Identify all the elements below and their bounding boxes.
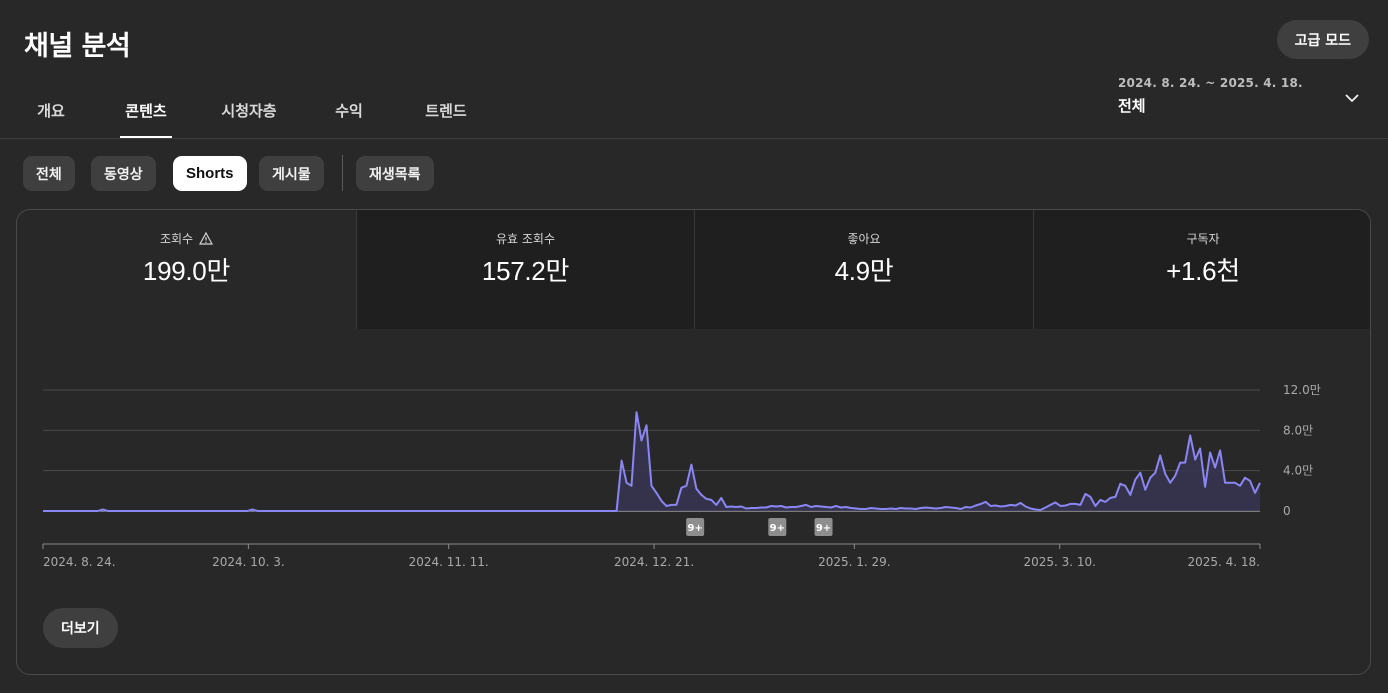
date-range-selected: 전체 xyxy=(1118,97,1146,115)
filter-divider xyxy=(342,155,343,191)
x-tick-label: 2025. 3. 10. xyxy=(1023,555,1096,569)
tab-audience[interactable]: 시청자층 xyxy=(219,92,279,138)
y-tick-label: 12.0만 xyxy=(1283,383,1321,397)
y-tick-label: 4.0만 xyxy=(1283,464,1313,478)
filter-chip-videos[interactable]: 동영상 xyxy=(91,156,156,191)
date-range-picker[interactable]: 2024. 8. 24. ~ 2025. 4. 18. 전체 xyxy=(1118,76,1370,124)
x-tick-label: 2024. 8. 24. xyxy=(43,555,116,569)
tabs-divider xyxy=(0,138,1388,139)
tab-revenue[interactable]: 수익 xyxy=(334,92,364,138)
views-chart: 12.0만 8.0만 4.0만 0 9+ 9+ 9+ 2024. 8. 24. 2024. 10… xyxy=(42,383,1321,569)
more-button[interactable]: 더보기 xyxy=(43,608,118,648)
views-area xyxy=(43,412,1260,511)
chart-annotation-badge[interactable]: 9+ xyxy=(768,518,787,536)
tab-trends[interactable]: 트렌드 xyxy=(423,92,469,138)
svg-text:9+: 9+ xyxy=(770,523,785,534)
svg-text:9+: 9+ xyxy=(687,523,702,534)
advanced-mode-button[interactable]: 고급 모드 xyxy=(1276,20,1369,59)
x-tick-label: 2024. 12. 21. xyxy=(614,555,694,569)
date-range-text: 2024. 8. 24. ~ 2025. 4. 18. xyxy=(1118,76,1303,90)
y-tick-label: 0 xyxy=(1283,504,1291,518)
filter-chip-posts[interactable]: 게시물 xyxy=(259,156,324,191)
chevron-down-icon xyxy=(1345,94,1359,103)
x-tick-label: 2024. 10. 3. xyxy=(212,555,285,569)
filter-chip-playlists[interactable]: 재생목록 xyxy=(356,156,434,191)
page-title: 채널 분석 xyxy=(24,31,131,62)
x-tick-label: 2025. 1. 29. xyxy=(818,555,891,569)
y-tick-label: 8.0만 xyxy=(1283,423,1313,437)
filter-chip-shorts[interactable]: Shorts xyxy=(173,156,247,191)
x-tick-label: 2025. 4. 18. xyxy=(1187,555,1260,569)
chart-annotation-badge[interactable]: 9+ xyxy=(686,518,705,536)
chart-annotation-badge[interactable]: 9+ xyxy=(814,518,833,536)
filter-chip-all[interactable]: 전체 xyxy=(23,156,75,191)
tab-overview[interactable]: 개요 xyxy=(36,92,66,138)
svg-text:9+: 9+ xyxy=(816,523,831,534)
tab-content[interactable]: 콘텐츠 xyxy=(120,92,172,138)
x-tick-label: 2024. 11. 11. xyxy=(409,555,489,569)
metrics-card: 조회수 199.0만 유효 조회수 157.2만 좋아요 4.9만 구독자 +1… xyxy=(16,209,1371,675)
